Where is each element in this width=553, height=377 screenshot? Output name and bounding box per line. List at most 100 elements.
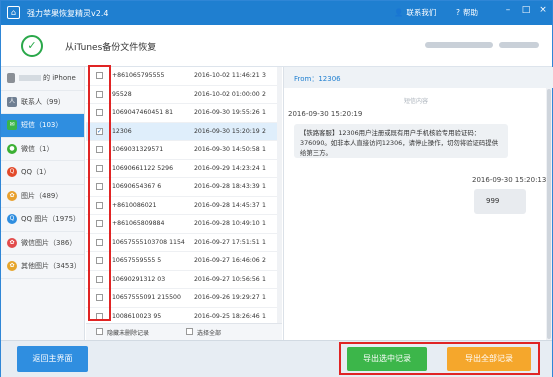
message-bubble-received: 【铁路客服】12306用户注册或既有用户手机核验专用验证码：376090。如非本… xyxy=(294,124,508,158)
row-date: 2016-09-30 14:50:58 xyxy=(194,146,260,153)
select-all-checkbox[interactable] xyxy=(186,328,193,335)
row-date: 2016-09-25 18:26:46 xyxy=(194,312,260,320)
row-number: 95528 xyxy=(112,90,132,98)
row-date: 2016-09-28 18:43:39 xyxy=(194,183,260,190)
table-row[interactable]: 10657559555 5 2016-09-27 16:46:06 2 xyxy=(86,252,282,271)
hide-unrecovered-checkbox[interactable] xyxy=(96,328,103,335)
list-scrollbar[interactable] xyxy=(277,67,282,323)
title-bar: ⌂ 强力苹果恢复精灵v2.4 👤 联系我们 ? 帮助 – □ × xyxy=(1,1,552,25)
table-row[interactable]: 10657555103708 1154 2016-09-27 17:51:51 1 xyxy=(86,234,282,252)
row-number: 1069047460451 81 xyxy=(112,109,174,116)
table-row[interactable]: 10690291312 03 2016-09-27 10:56:56 1 xyxy=(86,271,282,289)
page-title: 从iTunes备份文件恢复 xyxy=(65,43,157,53)
sidebar-item-qq[interactable]: Q QQ（1） xyxy=(1,161,84,185)
table-row[interactable]: 10690661122 5296 2016-09-29 14:23:24 1 xyxy=(86,160,282,178)
minimize-button[interactable]: – xyxy=(501,5,515,15)
sidebar-item-contacts[interactable]: 人联系人（99） xyxy=(1,91,84,114)
row-number: 1008610023 95 xyxy=(112,312,162,320)
message-bubble-sent: 999 xyxy=(474,189,526,214)
checkmark-icon: ✓ xyxy=(21,35,43,57)
sidebar-item-sms[interactable]: ✉ 短信（103） xyxy=(1,114,84,138)
row-number: 10657555091 215500 xyxy=(112,294,181,301)
row-number: +861065809884 xyxy=(112,220,165,227)
row-count: 1 xyxy=(262,312,266,320)
row-date: 2016-09-28 14:45:37 xyxy=(194,201,260,209)
row-number: 10690291312 03 xyxy=(112,275,166,283)
table-row[interactable]: +861065809884 2016-09-28 10:49:10 1 xyxy=(86,215,282,234)
user-icon: 👤 xyxy=(394,8,404,17)
row-number: 10690654367 6 xyxy=(112,183,162,190)
row-date: 2016-09-30 15:20:19 xyxy=(194,127,260,135)
message-time-sent: 2016-09-30 15:20:13 xyxy=(472,176,547,184)
sidebar-item-qq-photos[interactable]: Q QQ 图片（1975） xyxy=(1,208,84,232)
row-count: 1 xyxy=(262,238,266,246)
phone-icon xyxy=(7,73,15,84)
table-row[interactable]: 95528 2016-10-02 01:00:00 2 xyxy=(86,86,282,104)
row-date: 2016-10-02 11:46:21 xyxy=(194,72,260,79)
detail-scrollbar[interactable] xyxy=(546,88,552,340)
message-detail-panel: From：12306 短信内容 2016-09-30 15:20:19 【铁路客… xyxy=(283,67,553,340)
sidebar-item-wechat[interactable]: ● 微信（1） xyxy=(1,138,84,161)
sidebar-item-wechat-photos[interactable]: ✿ 微信图片（386） xyxy=(1,232,84,255)
header-bar: ✓ 从iTunes备份文件恢复 xyxy=(1,25,552,67)
row-number: +861065795555 xyxy=(112,72,165,79)
qq-icon: Q xyxy=(7,167,17,178)
row-count: 2 xyxy=(262,127,266,135)
row-number: 12306 xyxy=(112,127,132,135)
back-button[interactable]: 返回主界面 xyxy=(17,346,88,372)
app-window: ⌂ 强力苹果恢复精灵v2.4 👤 联系我们 ? 帮助 – □ × ✓ 从iTunes… xyxy=(0,0,553,377)
checkbox-column-highlight xyxy=(88,65,111,321)
category-sidebar: 的 iPhone 人联系人（99） ✉ 短信（103） ● 微信（1） Q QQ（1）… xyxy=(1,67,85,340)
table-row[interactable]: 1069047460451 81 2016-09-30 19:55:26 1 xyxy=(86,104,282,123)
select-all-label: 选择全部 xyxy=(197,330,222,337)
row-number: 10657555103708 1154 xyxy=(112,238,185,246)
row-count: 2 xyxy=(262,90,266,98)
table-row[interactable]: 1069031329571 2016-09-30 14:50:58 1 xyxy=(86,141,282,160)
row-count: 2 xyxy=(262,257,266,264)
row-count: 1 xyxy=(262,294,266,301)
row-date: 2016-10-02 01:00:00 xyxy=(194,90,260,98)
sidebar-item-device[interactable]: 的 iPhone xyxy=(1,67,84,91)
table-row[interactable]: +8610086021 2016-09-28 14:45:37 1 xyxy=(86,197,282,215)
app-logo-icon: ⌂ xyxy=(7,6,20,19)
row-number: 10657559555 5 xyxy=(112,257,162,264)
row-date: 2016-09-27 10:56:56 xyxy=(194,275,260,283)
table-row[interactable]: ✓ 12306 2016-09-30 15:20:19 2 xyxy=(86,122,282,141)
wechat-photos-icon: ✿ xyxy=(7,237,17,248)
row-date: 2016-09-27 17:51:51 xyxy=(194,238,260,246)
list-footer: 隐藏未删除记录 选择全部 xyxy=(86,323,282,340)
export-buttons-highlight xyxy=(339,342,540,375)
table-row[interactable]: +861065795555 2016-10-02 11:46:21 3 xyxy=(86,67,282,86)
row-count: 1 xyxy=(262,146,266,153)
maximize-button[interactable]: □ xyxy=(519,5,533,15)
row-date: 2016-09-27 16:46:06 xyxy=(194,257,260,264)
app-title: 强力苹果恢复精灵v2.4 xyxy=(27,9,109,18)
close-button[interactable]: × xyxy=(536,5,550,15)
contacts-icon: 人 xyxy=(7,96,17,107)
photos-icon: ✿ xyxy=(7,190,17,201)
hide-unrecovered-label: 隐藏未删除记录 xyxy=(107,330,150,337)
table-row[interactable]: 10690654367 6 2016-09-28 18:43:39 1 xyxy=(86,178,282,197)
qq-photos-icon: Q xyxy=(7,214,17,225)
sidebar-item-photos[interactable]: ✿ 图片（489） xyxy=(1,185,84,208)
sms-icon: ✉ xyxy=(7,120,17,131)
row-date: 2016-09-26 19:29:27 xyxy=(194,294,260,301)
other-photos-icon: ✿ xyxy=(7,261,17,272)
masked-device-name xyxy=(425,42,493,48)
help-icon: ? xyxy=(456,8,460,17)
row-count: 1 xyxy=(262,183,266,190)
row-count: 1 xyxy=(262,201,266,209)
row-number: +8610086021 xyxy=(112,201,157,209)
sidebar-item-other-photos[interactable]: ✿ 其他图片（3453） xyxy=(1,255,84,279)
row-count: 1 xyxy=(262,164,266,172)
row-date: 2016-09-29 14:23:24 xyxy=(194,164,260,172)
contact-link[interactable]: 👤 联系我们 xyxy=(394,7,436,18)
wechat-icon: ● xyxy=(7,143,17,154)
row-count: 1 xyxy=(262,275,266,283)
row-number: 10690661122 5296 xyxy=(112,164,174,172)
help-link[interactable]: ? 帮助 xyxy=(456,7,478,18)
section-label: 短信内容 xyxy=(404,98,429,105)
row-count: 3 xyxy=(262,72,266,79)
detail-from: From：12306 xyxy=(284,67,553,88)
table-row[interactable]: 10657555091 215500 2016-09-26 19:29:27 1 xyxy=(86,289,282,308)
